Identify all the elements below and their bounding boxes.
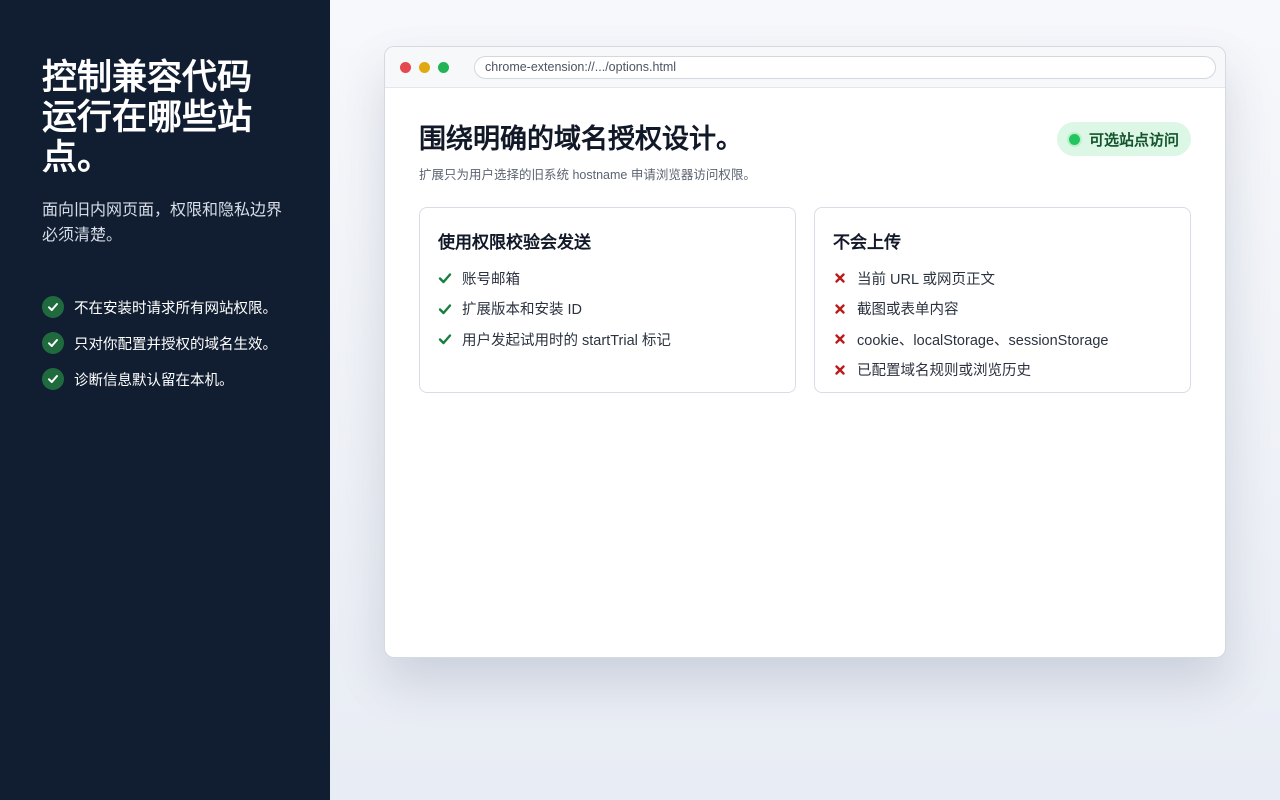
feature-item: 诊断信息默认留在本机。 [42, 368, 288, 390]
cross-icon [835, 365, 845, 375]
maximize-window-dot[interactable] [438, 61, 449, 73]
list-item-label: 已配置域名规则或浏览历史 [857, 363, 1031, 380]
feature-label: 只对你配置并授权的域名生效。 [74, 336, 277, 353]
list-item: 当前 URL 或网页正文 [833, 263, 1172, 294]
not-uploaded-list: 当前 URL 或网页正文 截图或表单内容 cookie、localStorage… [833, 263, 1172, 385]
check-icon [42, 296, 64, 318]
page-subtitle: 扩展只为用户选择的旧系统 hostname 申请浏览器访问权限。 [419, 168, 756, 182]
browser-window: chrome-extension://.../options.html 围绕明确… [384, 46, 1226, 658]
close-window-dot[interactable] [400, 61, 411, 73]
minimize-window-dot[interactable] [419, 61, 430, 73]
card-title: 不会上传 [833, 233, 901, 252]
list-item-label: 当前 URL 或网页正文 [857, 271, 996, 288]
cross-icon [835, 304, 845, 314]
hero-subtitle: 面向旧内网页面，权限和隐私边界必须清楚。 [42, 202, 283, 244]
cross-icon [835, 273, 845, 283]
list-item: 扩展版本和安装 ID [438, 294, 777, 325]
list-item: 用户发起试用时的 startTrial 标记 [438, 324, 777, 355]
feature-list: 不在安装时请求所有网站权限。 只对你配置并授权的域名生效。 诊断信息默认留在本机… [42, 296, 288, 390]
list-item-label: 账号邮箱 [462, 271, 520, 288]
info-cards: 使用权限校验会发送 账号邮箱 扩展版本和安装 ID 用户发起试用时的 start… [419, 207, 1191, 393]
list-item: 已配置域名规则或浏览历史 [833, 355, 1172, 386]
list-item: 截图或表单内容 [833, 294, 1172, 325]
list-item-label: 用户发起试用时的 startTrial 标记 [462, 332, 671, 349]
check-icon [438, 304, 452, 314]
feature-item: 不在安装时请求所有网站权限。 [42, 296, 288, 318]
not-uploaded-card: 不会上传 当前 URL 或网页正文 截图或表单内容 cookie、localSt… [814, 207, 1191, 393]
check-icon [42, 332, 64, 354]
address-bar[interactable]: chrome-extension://.../options.html [474, 55, 1216, 79]
check-icon [42, 368, 64, 390]
options-page: 围绕明确的域名授权设计。 扩展只为用户选择的旧系统 hostname 申请浏览器… [385, 88, 1225, 393]
list-item-label: 扩展版本和安装 ID [462, 302, 583, 319]
sidebar-panel: 控制兼容代码运行在哪些站点。 面向旧内网页面，权限和隐私边界必须清楚。 不在安装… [0, 0, 330, 800]
feature-item: 只对你配置并授权的域名生效。 [42, 332, 288, 354]
status-badge: 可选站点访问 [1056, 122, 1191, 156]
cross-icon [835, 334, 845, 344]
list-item: 账号邮箱 [438, 263, 777, 294]
list-item-label: cookie、localStorage、sessionStorage [857, 332, 1109, 349]
sent-data-list: 账号邮箱 扩展版本和安装 ID 用户发起试用时的 startTrial 标记 [438, 263, 777, 355]
list-item: cookie、localStorage、sessionStorage [833, 324, 1172, 355]
feature-label: 诊断信息默认留在本机。 [74, 372, 234, 389]
check-icon [438, 334, 452, 345]
hero-title: 控制兼容代码运行在哪些站点。 [42, 58, 253, 178]
list-item-label: 截图或表单内容 [857, 302, 959, 319]
check-icon [438, 273, 452, 284]
status-badge-label: 可选站点访问 [1088, 131, 1179, 149]
browser-toolbar: chrome-extension://.../options.html [385, 47, 1225, 88]
feature-label: 不在安装时请求所有网站权限。 [74, 300, 277, 317]
card-title: 使用权限校验会发送 [438, 233, 591, 252]
sent-data-card: 使用权限校验会发送 账号邮箱 扩展版本和安装 ID 用户发起试用时的 start… [419, 207, 796, 393]
status-dot-icon [1066, 131, 1082, 147]
